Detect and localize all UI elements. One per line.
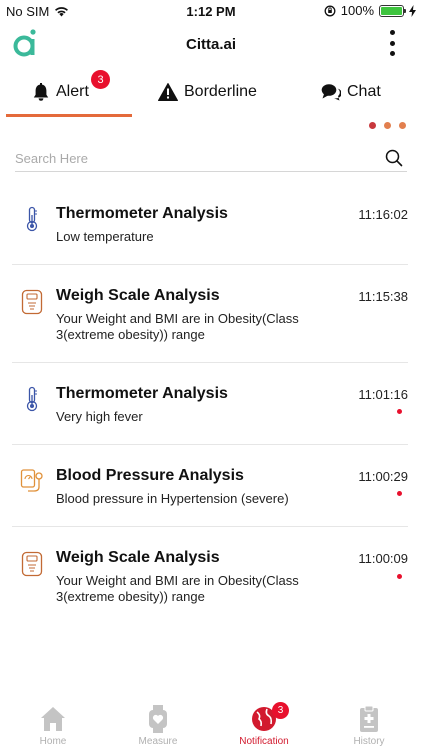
notification-description: Your Weight and BMI are in Obesity(Class… [56,311,299,342]
nav-measure-label: Measure [138,736,178,747]
app-header: Citta.ai [0,24,422,64]
notification-list: Thermometer Analysis 11:16:02 Low temper… [12,183,408,623]
notification-time: 11:15:38 [358,289,408,304]
top-tabs: Alert 3 Borderline Chat [0,68,422,118]
unread-indicator [397,409,402,414]
charging-icon [409,4,416,17]
notification-title: Thermometer Analysis [56,205,228,222]
battery-percent: 100% [340,3,374,18]
tab-borderline-label: Borderline [184,83,257,100]
notification-time: 11:16:02 [358,207,408,222]
bell-icon [33,82,49,101]
notification-item[interactable]: Weigh Scale Analysis 11:15:38 Your Weigh… [12,265,408,363]
warning-icon [158,83,178,101]
notification-title: Weigh Scale Analysis [56,287,220,304]
app-title: Citta.ai [185,36,236,53]
notification-item[interactable]: Blood Pressure Analysis 11:00:29 Blood p… [12,445,408,527]
blood-pressure-icon [20,469,43,492]
battery-icon [379,4,406,17]
notification-item[interactable]: Thermometer Analysis 11:16:02 Low temper… [12,183,408,265]
nav-measure[interactable]: Measure [118,700,198,750]
tab-alert[interactable]: Alert 3 [32,68,110,116]
more-options-icon[interactable] [388,30,396,56]
status-right: 100% [324,3,416,18]
page-dot [399,122,406,129]
weigh-scale-icon [21,551,43,577]
orientation-lock-icon [324,5,336,16]
page-dots-indicator [369,122,406,129]
bottom-nav: Home Measure 3 Notification History [0,700,422,750]
notification-description: Your Weight and BMI are in Obesity(Class… [56,573,299,604]
notification-description: Low temperature [56,229,154,244]
notification-count-badge: 3 [272,702,289,719]
search-icon[interactable] [385,149,403,167]
weigh-scale-icon [21,289,43,315]
thermometer-icon [26,386,38,412]
tab-chat[interactable]: Chat [321,68,381,116]
home-icon [41,707,65,731]
clipboard-icon [360,705,378,732]
nav-notification[interactable]: 3 Notification [224,700,304,750]
unread-indicator [397,491,402,496]
notification-item[interactable]: Thermometer Analysis 11:01:16 Very high … [12,363,408,445]
page-dot [369,122,376,129]
unread-indicator [397,574,402,579]
chat-icon [321,84,341,101]
alert-count-badge: 3 [91,70,110,89]
notification-description: Very high fever [56,409,143,424]
thermometer-icon [26,206,38,232]
notification-title: Thermometer Analysis [56,385,228,402]
page-dot [384,122,391,129]
active-tab-indicator [6,114,132,117]
nav-history[interactable]: History [329,700,409,750]
notification-title: Weigh Scale Analysis [56,549,220,566]
nav-home-label: Home [39,736,67,747]
notification-title: Blood Pressure Analysis [56,467,244,484]
notification-item[interactable]: Weigh Scale Analysis 11:00:09 Your Weigh… [12,527,408,623]
watch-heart-icon [149,705,167,733]
search-input[interactable] [15,146,355,170]
notification-time: 11:00:09 [358,551,408,566]
nav-notification-label: Notification [239,736,289,747]
nav-home[interactable]: Home [13,700,93,750]
tab-chat-label: Chat [347,83,381,100]
notification-time: 11:00:29 [358,469,408,484]
search-bar [15,146,407,172]
nav-history-label: History [353,736,385,747]
tab-alert-label: Alert [56,83,89,100]
notification-time: 11:01:16 [358,387,408,402]
notification-description: Blood pressure in Hypertension (severe) [56,491,289,506]
status-bar: No SIM 1:12 PM 100% [0,0,422,22]
tab-borderline[interactable]: Borderline [158,68,257,116]
